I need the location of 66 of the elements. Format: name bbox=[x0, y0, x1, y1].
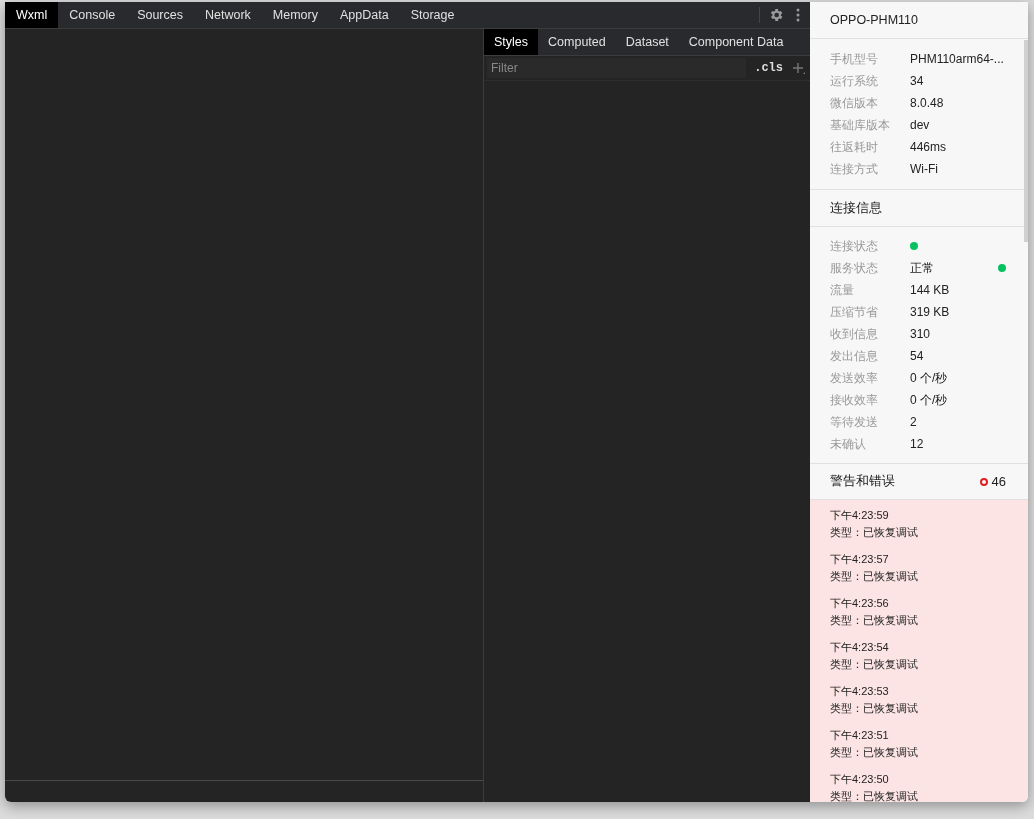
log-type: 类型：已恢复调试 bbox=[830, 569, 919, 584]
info-label: 等待发送 bbox=[830, 414, 879, 431]
info-label: 连接状态 bbox=[830, 238, 879, 255]
info-label: 手机型号 bbox=[830, 51, 879, 68]
info-label: 发送效率 bbox=[830, 370, 879, 387]
device-title: OPPO-PHM110 bbox=[830, 11, 918, 29]
info-label: 连接方式 bbox=[830, 161, 879, 178]
info-value: PHM110arm64-... bbox=[910, 51, 1004, 68]
log-time: 下午4:23:59 bbox=[830, 508, 890, 523]
info-value: 12 bbox=[910, 436, 924, 453]
log-type: 类型：已恢复调试 bbox=[830, 701, 919, 716]
log-type: 类型：已恢复调试 bbox=[830, 525, 919, 540]
log-type: 类型：已恢复调试 bbox=[830, 789, 919, 802]
info-value: 0 个/秒 bbox=[910, 370, 948, 387]
info-label: 未确认 bbox=[830, 436, 867, 453]
info-value: 34 bbox=[910, 73, 924, 90]
section-title: 连接信息 bbox=[830, 199, 882, 217]
info-label: 微信版本 bbox=[830, 95, 879, 112]
error-icon bbox=[979, 477, 988, 486]
log-time: 下午4:23:51 bbox=[830, 728, 890, 743]
settings-icon[interactable] bbox=[768, 7, 784, 23]
tab[interactable]: Dataset bbox=[615, 29, 679, 55]
tab[interactable]: Memory bbox=[261, 2, 329, 28]
info-value: 319 KB bbox=[910, 304, 950, 321]
info-label: 流量 bbox=[830, 282, 855, 299]
info-value: dev bbox=[910, 117, 930, 134]
info-value: 0 个/秒 bbox=[910, 392, 948, 409]
tab[interactable]: AppData bbox=[329, 2, 400, 28]
tab[interactable]: Wxml bbox=[5, 2, 59, 28]
section-title: 警告和错误 bbox=[830, 473, 896, 491]
info-value: 54 bbox=[910, 348, 924, 365]
info-label: 服务状态 bbox=[830, 260, 879, 277]
log-time: 下午4:23:54 bbox=[830, 640, 890, 655]
log-time: 下午4:23:56 bbox=[830, 596, 890, 611]
add-icon[interactable] bbox=[791, 61, 805, 75]
info-label: 接收效率 bbox=[830, 392, 879, 409]
info-value: Wi-Fi bbox=[910, 161, 938, 178]
info-value: 446ms bbox=[910, 139, 947, 156]
tab[interactable]: Storage bbox=[399, 2, 466, 28]
info-label: 发出信息 bbox=[830, 348, 879, 365]
log-time: 下午4:23:50 bbox=[830, 772, 890, 787]
tab[interactable]: Network bbox=[194, 2, 262, 28]
log-time: 下午4:23:53 bbox=[830, 684, 890, 699]
tab[interactable]: Sources bbox=[126, 2, 194, 28]
info-value: 8.0.48 bbox=[910, 95, 944, 112]
info-label: 压缩节省 bbox=[830, 304, 879, 321]
log-type: 类型：已恢复调试 bbox=[830, 657, 919, 672]
more-icon[interactable] bbox=[796, 8, 800, 22]
info-label: 基础库版本 bbox=[830, 117, 891, 134]
log-type: 类型：已恢复调试 bbox=[830, 745, 919, 760]
error-count: 46 bbox=[991, 472, 1006, 491]
log-type: 类型：已恢复调试 bbox=[830, 613, 919, 628]
filter-field[interactable]: Filter bbox=[487, 58, 747, 78]
tab[interactable]: Console bbox=[58, 2, 127, 28]
tab[interactable]: Component Data bbox=[678, 29, 794, 55]
info-value: 2 bbox=[910, 414, 917, 431]
tab[interactable]: Computed bbox=[538, 29, 616, 55]
info-label: 往返耗时 bbox=[830, 139, 879, 156]
info-value: 144 KB bbox=[910, 282, 950, 299]
info-label: 收到信息 bbox=[830, 326, 879, 343]
cls-button[interactable]: .cls bbox=[746, 59, 791, 77]
log-time: 下午4:23:57 bbox=[830, 552, 890, 567]
info-label: 运行系统 bbox=[830, 73, 879, 90]
info-value: 310 bbox=[910, 326, 931, 343]
info-value: 正常 bbox=[910, 260, 935, 277]
tab[interactable]: Styles bbox=[484, 29, 539, 55]
